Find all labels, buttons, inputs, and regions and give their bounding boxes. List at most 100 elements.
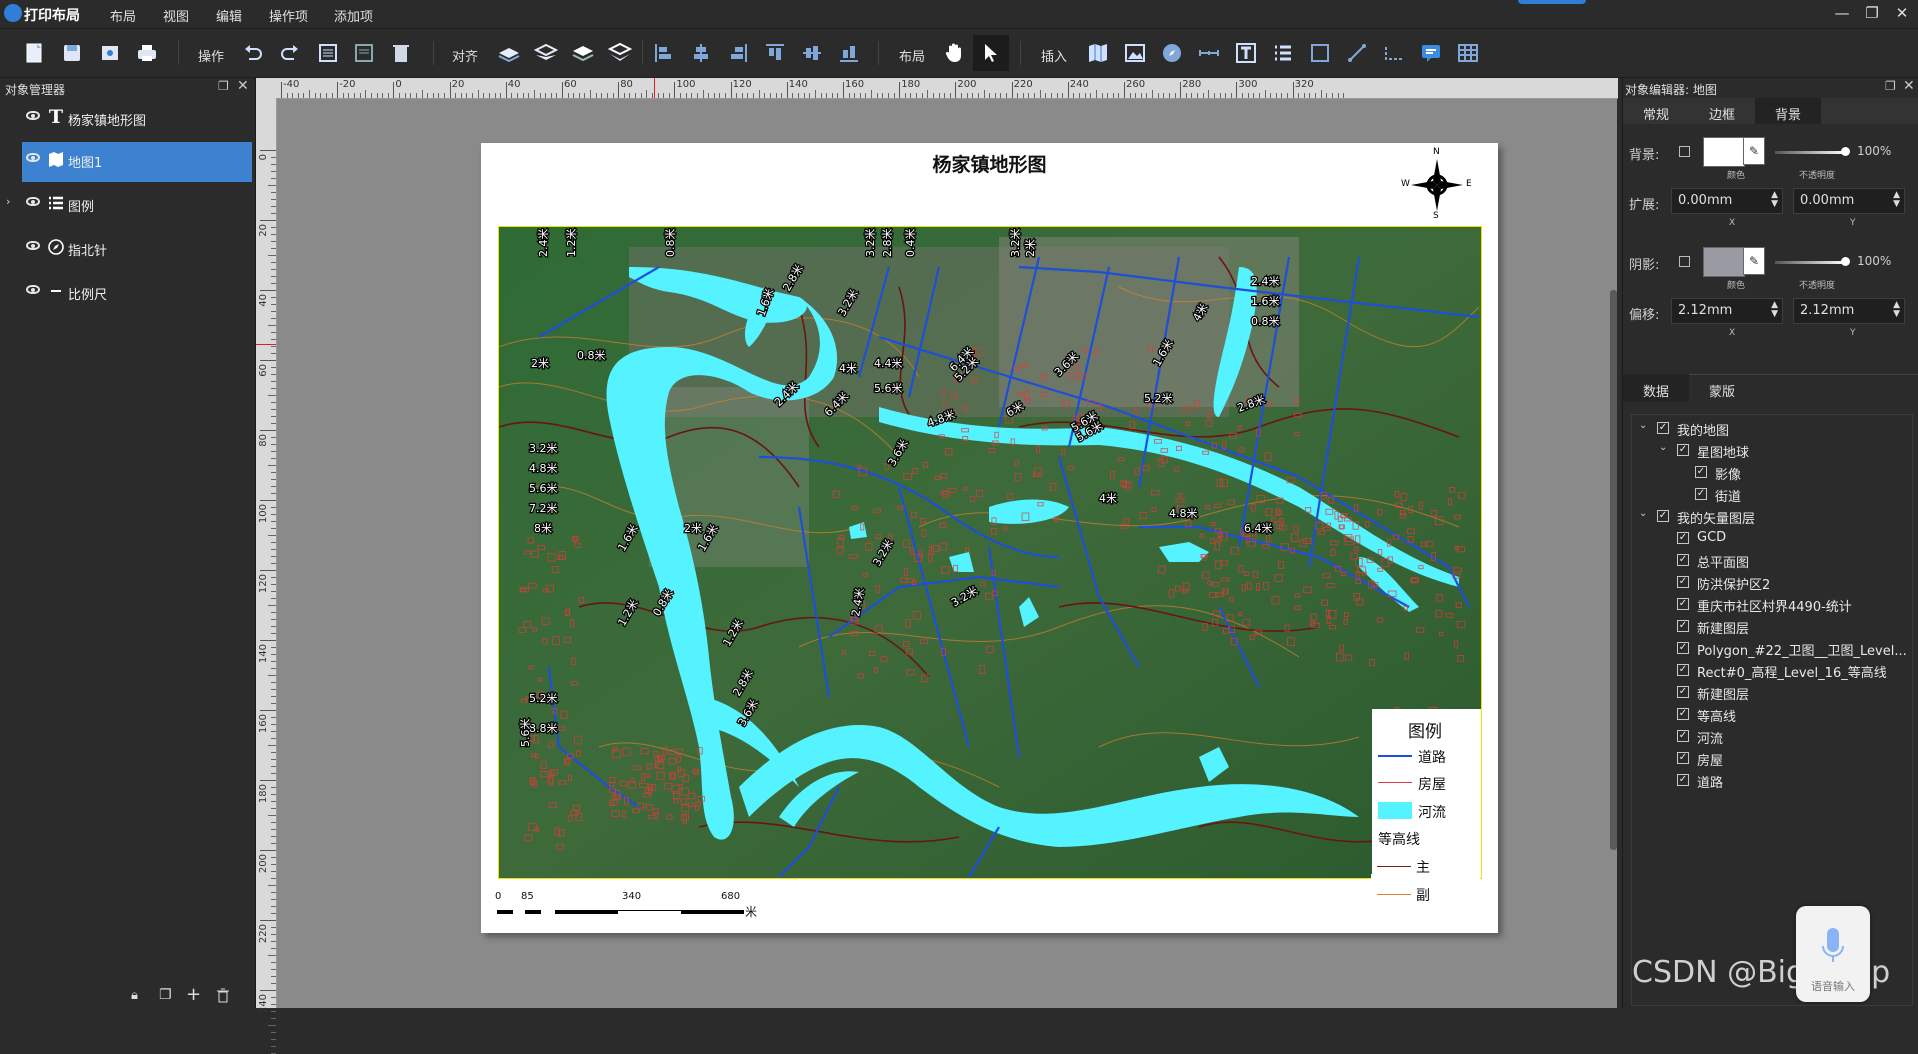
collapse-chevron-icon[interactable]: ⌄ xyxy=(1639,420,1647,431)
legend-box[interactable]: 图例 道路 房屋 河流 等高线 xyxy=(1372,709,1481,878)
lower-layer-icon[interactable] xyxy=(534,41,558,65)
pointer-select-icon[interactable] xyxy=(979,41,1003,65)
background-checkbox[interactable] xyxy=(1679,146,1690,157)
slider-handle[interactable] xyxy=(1841,147,1850,156)
insert-text-icon[interactable] xyxy=(1234,41,1258,65)
visibility-eye-icon[interactable] xyxy=(26,197,40,206)
print-icon[interactable] xyxy=(135,41,159,65)
background-opacity-slider[interactable] xyxy=(1775,151,1845,154)
panel-close-icon[interactable]: ✕ xyxy=(1903,78,1915,94)
shadow-color-swatch[interactable] xyxy=(1703,247,1745,277)
align-bottom-icon[interactable] xyxy=(837,41,861,65)
raise-layer-icon[interactable] xyxy=(497,41,521,65)
checkbox-checked-icon[interactable]: ✓ xyxy=(1657,510,1669,522)
checkbox-checked-icon[interactable]: ✓ xyxy=(1677,752,1689,764)
checkbox-checked-icon[interactable]: ✓ xyxy=(1677,664,1689,676)
undo-icon[interactable] xyxy=(241,41,265,65)
tree-item-scalebar[interactable]: 比例尺 xyxy=(0,272,255,312)
offset-x-input[interactable]: 2.12mm ▲ ▼ xyxy=(1671,298,1783,324)
insert-map-icon[interactable] xyxy=(1086,41,1110,65)
insert-image-icon[interactable] xyxy=(1123,41,1147,65)
menu-view[interactable]: 视图 xyxy=(163,6,189,25)
shadow-checkbox[interactable] xyxy=(1679,256,1690,267)
lock-icon[interactable]: 🔒︎ xyxy=(131,988,138,1003)
offset-y-input[interactable]: 2.12mm ▲ ▼ xyxy=(1793,298,1905,324)
visibility-eye-icon[interactable] xyxy=(26,111,40,120)
bring-front-icon[interactable] xyxy=(571,41,595,65)
insert-scalebar-icon[interactable] xyxy=(1197,41,1221,65)
checkbox-checked-icon[interactable]: ✓ xyxy=(1695,466,1707,478)
checkbox-checked-icon[interactable]: ✓ xyxy=(1677,554,1689,566)
checkbox-checked-icon[interactable]: ✓ xyxy=(1677,620,1689,632)
copy-icon[interactable]: ❐ xyxy=(159,987,172,1003)
insert-line-icon[interactable] xyxy=(1345,41,1369,65)
canvas-scrollbar[interactable] xyxy=(1610,290,1617,850)
align-middle-icon[interactable] xyxy=(800,41,824,65)
add-icon[interactable]: + xyxy=(186,984,201,1005)
tab-mask[interactable]: 蒙版 xyxy=(1689,381,1755,400)
panel-float-icon[interactable]: ❐ xyxy=(218,79,229,93)
eyedropper-icon[interactable]: ✎ xyxy=(1743,247,1765,275)
checkbox-checked-icon[interactable]: ✓ xyxy=(1677,576,1689,588)
checkbox-checked-icon[interactable]: ✓ xyxy=(1695,488,1707,500)
menu-layout[interactable]: 布局 xyxy=(110,6,136,25)
checkbox-checked-icon[interactable]: ✓ xyxy=(1677,730,1689,742)
delete-icon[interactable] xyxy=(389,41,413,65)
insert-comment-icon[interactable] xyxy=(1419,41,1443,65)
panel-float-icon[interactable]: ❐ xyxy=(1885,79,1896,93)
expand-y-input[interactable]: 0.00mm ▲ ▼ xyxy=(1793,188,1905,214)
slider-handle[interactable] xyxy=(1841,257,1850,266)
north-arrow[interactable]: N S W E xyxy=(1401,147,1473,221)
trash-icon[interactable] xyxy=(216,988,230,1003)
checkbox-checked-icon[interactable]: ✓ xyxy=(1677,686,1689,698)
align-left-icon[interactable] xyxy=(652,41,676,65)
close-icon[interactable]: ✕ xyxy=(1892,4,1912,22)
minimize-icon[interactable]: — xyxy=(1832,4,1852,22)
checkbox-checked-icon[interactable]: ✓ xyxy=(1677,774,1689,786)
tab-border[interactable]: 边框 xyxy=(1689,104,1755,123)
menu-add[interactable]: 添加项 xyxy=(334,6,373,25)
pan-hand-icon[interactable] xyxy=(942,41,966,65)
align-top-icon[interactable] xyxy=(763,41,787,65)
tree-item-title-text[interactable]: T 杨家镇地形图 xyxy=(0,98,255,138)
insert-compass-icon[interactable] xyxy=(1160,41,1184,65)
checkbox-checked-icon[interactable]: ✓ xyxy=(1677,598,1689,610)
tab-data[interactable]: 数据 xyxy=(1623,381,1689,400)
eyedropper-icon[interactable]: ✎ xyxy=(1743,137,1765,165)
tree-item-map1[interactable]: 地图1 xyxy=(0,140,255,182)
insert-rectangle-icon[interactable] xyxy=(1308,41,1332,65)
checkbox-checked-icon[interactable]: ✓ xyxy=(1677,642,1689,654)
panel-close-icon[interactable]: ✕ xyxy=(237,78,249,94)
insert-table-icon[interactable] xyxy=(1456,41,1480,65)
checkbox-checked-icon[interactable]: ✓ xyxy=(1677,532,1689,544)
tree-item-compass[interactable]: 指北针 xyxy=(0,228,255,268)
deselect-icon[interactable] xyxy=(352,41,376,65)
open-icon[interactable] xyxy=(98,41,122,65)
select-all-icon[interactable] xyxy=(316,41,340,65)
shadow-opacity-slider[interactable] xyxy=(1775,261,1845,264)
redo-icon[interactable] xyxy=(278,41,302,65)
visibility-eye-icon[interactable] xyxy=(26,241,40,250)
insert-legend-icon[interactable] xyxy=(1271,41,1295,65)
restore-icon[interactable]: ❐ xyxy=(1862,4,1882,22)
send-back-icon[interactable] xyxy=(608,41,632,65)
scale-bar[interactable]: 0 85 340 680 米 xyxy=(495,891,757,921)
visibility-eye-icon[interactable] xyxy=(26,153,40,162)
collapse-chevron-icon[interactable]: ⌄ xyxy=(1659,442,1667,453)
expand-x-input[interactable]: 0.00mm ▲ ▼ xyxy=(1671,188,1783,214)
checkbox-checked-icon[interactable]: ✓ xyxy=(1677,708,1689,720)
insert-polyline-icon[interactable] xyxy=(1382,41,1406,65)
visibility-eye-icon[interactable] xyxy=(26,285,40,294)
map-frame[interactable]: 2.4米 1.2米 0.8米 3.2米 2.8米 0.4米 3.2米 2米 2.8米 1.6米 4米… xyxy=(498,226,1482,879)
checkbox-checked-icon[interactable]: ✓ xyxy=(1677,444,1689,456)
voice-input-widget[interactable]: 语音输入 xyxy=(1796,906,1870,1002)
menu-operations[interactable]: 操作项 xyxy=(269,6,308,25)
tab-general[interactable]: 常规 xyxy=(1623,104,1689,123)
tab-background[interactable]: 背景 xyxy=(1755,104,1821,123)
background-color-swatch[interactable] xyxy=(1703,137,1745,167)
map-title[interactable]: 杨家镇地形图 xyxy=(481,150,1498,177)
new-file-icon[interactable] xyxy=(22,41,46,65)
tree-item-legend[interactable]: › 图例 xyxy=(0,184,255,224)
align-right-icon[interactable] xyxy=(726,41,750,65)
checkbox-checked-icon[interactable]: ✓ xyxy=(1657,422,1669,434)
